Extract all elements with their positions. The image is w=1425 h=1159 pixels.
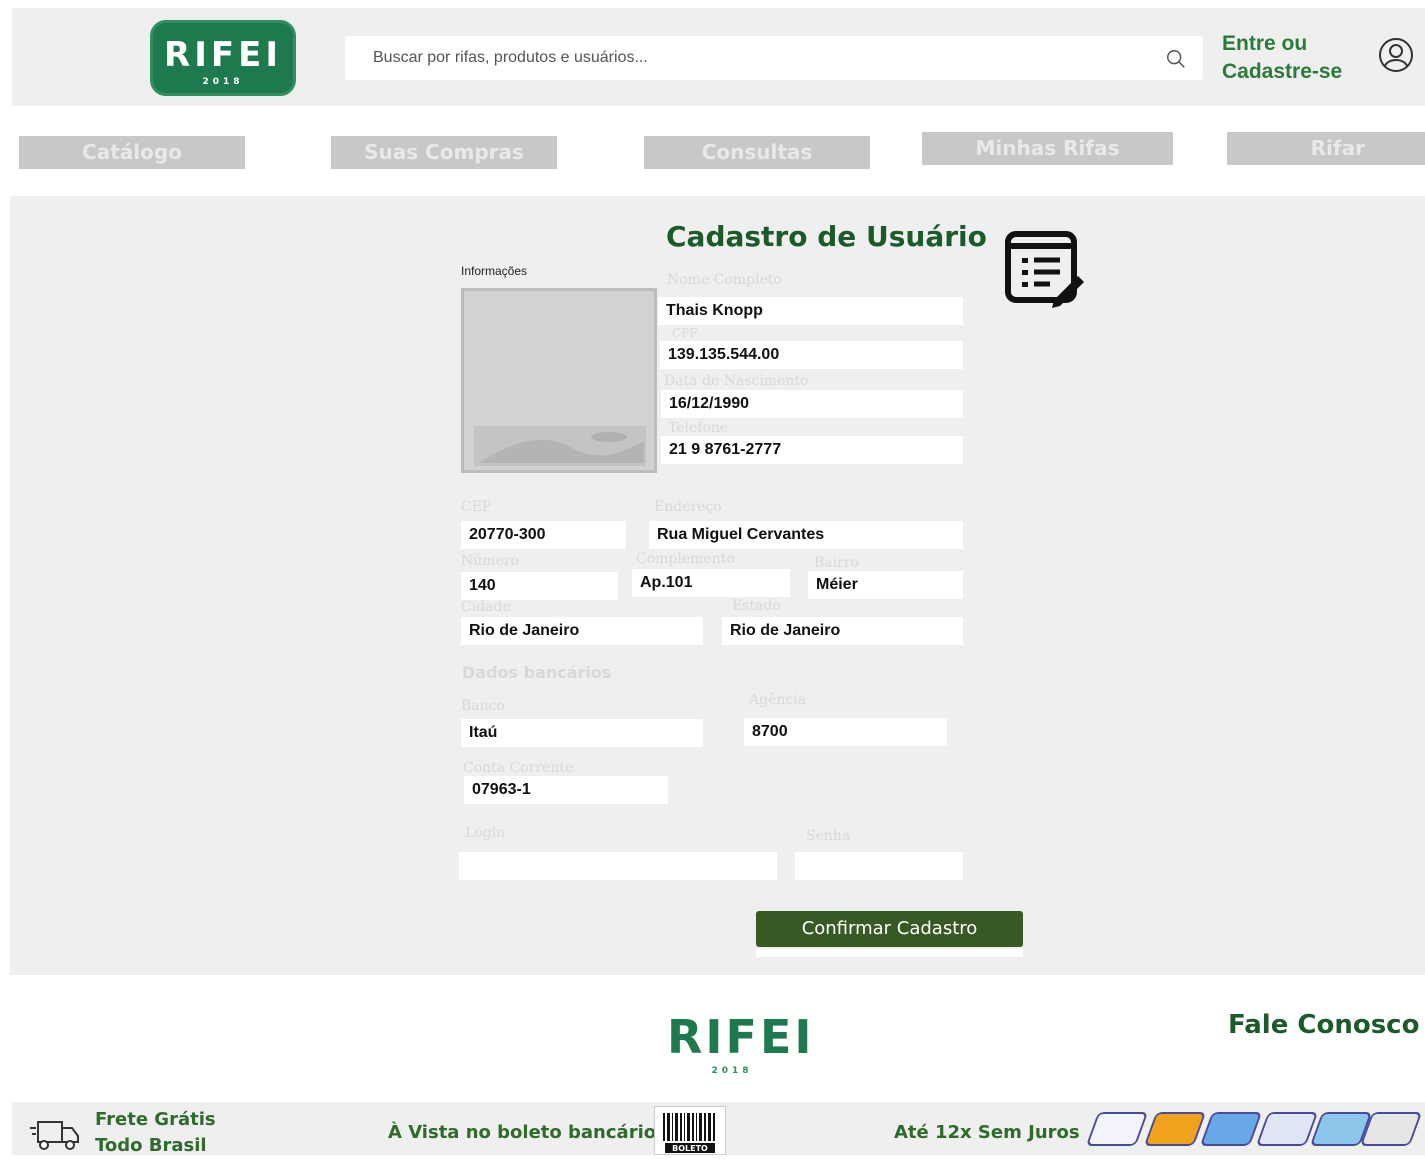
informacoes-label: Informações xyxy=(461,264,528,278)
nome-field[interactable]: Thais Knopp xyxy=(658,297,963,325)
button-underline xyxy=(756,949,1023,957)
cep-label: CEP xyxy=(461,499,492,515)
banco-label: Banco xyxy=(461,698,505,714)
nav-suas-compras[interactable]: Suas Compras xyxy=(331,136,557,169)
nav-minhas-rifas[interactable]: Minhas Rifas xyxy=(922,132,1173,165)
senha-field[interactable] xyxy=(795,852,963,880)
footer-logo-year: 2018 xyxy=(711,1066,753,1076)
cpf-label: CPF xyxy=(672,326,698,340)
footer-logo[interactable]: RIFEI 2018 xyxy=(667,1010,815,1076)
nascimento-field[interactable]: 16/12/1990 xyxy=(661,390,963,418)
logo-text: RIFEI xyxy=(164,35,282,75)
search-input[interactable]: Buscar por rifas, produtos e usuários... xyxy=(345,36,1203,80)
complemento-label: Complemento xyxy=(636,551,735,567)
banco-field[interactable]: Itaú xyxy=(461,719,703,747)
contact-link[interactable]: Fale Conosco xyxy=(1228,1010,1419,1040)
login-register-link[interactable]: Entre ou Cadastre-se xyxy=(1222,30,1342,86)
page-title: Cadastro de Usuário xyxy=(666,220,987,253)
nav-consultas[interactable]: Consultas xyxy=(644,136,870,169)
estado-field[interactable]: Rio de Janeiro xyxy=(722,617,963,645)
cpf-field[interactable]: 139.135.544.00 xyxy=(660,341,963,369)
login-line1: Entre ou xyxy=(1222,32,1308,55)
telefone-label: Telefone xyxy=(668,420,729,436)
senha-label: Senha xyxy=(806,828,851,844)
shipping-info: Frete Grátis Todo Brasil xyxy=(95,1107,216,1159)
confirm-registration-button[interactable]: Confirmar Cadastro xyxy=(756,911,1023,947)
agencia-field[interactable]: 8700 xyxy=(744,718,947,746)
login-line2: Cadastre-se xyxy=(1222,60,1343,83)
cep-field[interactable]: 20770-300 xyxy=(461,521,626,549)
boleto-text: À Vista no boleto bancário xyxy=(388,1122,657,1143)
bairro-label: Bairro xyxy=(814,555,859,571)
numero-label: Número xyxy=(461,553,519,569)
boleto-label: BOLETO xyxy=(672,1144,708,1153)
boleto-barcode-icon: BOLETO xyxy=(654,1106,726,1155)
conta-label: Conta Corrente xyxy=(463,760,574,776)
profile-photo-placeholder[interactable] xyxy=(461,288,657,473)
endereco-field[interactable]: Rua Miguel Cervantes xyxy=(649,521,963,549)
telefone-field[interactable]: 21 9 8761-2777 xyxy=(661,436,963,464)
image-placeholder-icon xyxy=(474,426,646,466)
nav-rifar[interactable]: Rifar xyxy=(1227,132,1425,165)
login-label: Login xyxy=(465,825,506,841)
numero-field[interactable]: 140 xyxy=(461,572,618,600)
delivery-truck-icon xyxy=(30,1121,79,1150)
user-icon[interactable] xyxy=(1378,37,1414,73)
login-field[interactable] xyxy=(459,852,777,880)
installments-text: Até 12x Sem Juros xyxy=(894,1122,1080,1143)
rifei-logo[interactable]: RIFEI 2018 xyxy=(150,20,296,96)
edit-document-icon xyxy=(1005,231,1084,308)
agencia-label: Agência xyxy=(749,692,807,708)
shipping-line2: Todo Brasil xyxy=(95,1135,207,1156)
logo-year: 2018 xyxy=(202,77,244,87)
shipping-line1: Frete Grátis xyxy=(95,1109,216,1130)
nav-catalogo[interactable]: Catálogo xyxy=(19,136,245,169)
estado-label: Estado xyxy=(732,598,781,614)
cidade-field[interactable]: Rio de Janeiro xyxy=(461,617,703,645)
complemento-field[interactable]: Ap.101 xyxy=(632,569,790,597)
nome-label: Nome Completo xyxy=(667,272,782,288)
dados-bancarios-heading: Dados bancários xyxy=(462,663,612,682)
bairro-field[interactable]: Méier xyxy=(808,571,963,599)
search-icon[interactable] xyxy=(1165,48,1187,70)
footer-logo-text: RIFEI xyxy=(667,1010,815,1064)
cidade-label: Cidade xyxy=(461,599,511,615)
nascimento-label: Data de Nascimento xyxy=(664,373,809,389)
conta-field[interactable]: 07963-1 xyxy=(464,776,668,804)
search-placeholder: Buscar por rifas, produtos e usuários... xyxy=(373,49,648,66)
endereco-label: Endereço xyxy=(654,499,722,515)
